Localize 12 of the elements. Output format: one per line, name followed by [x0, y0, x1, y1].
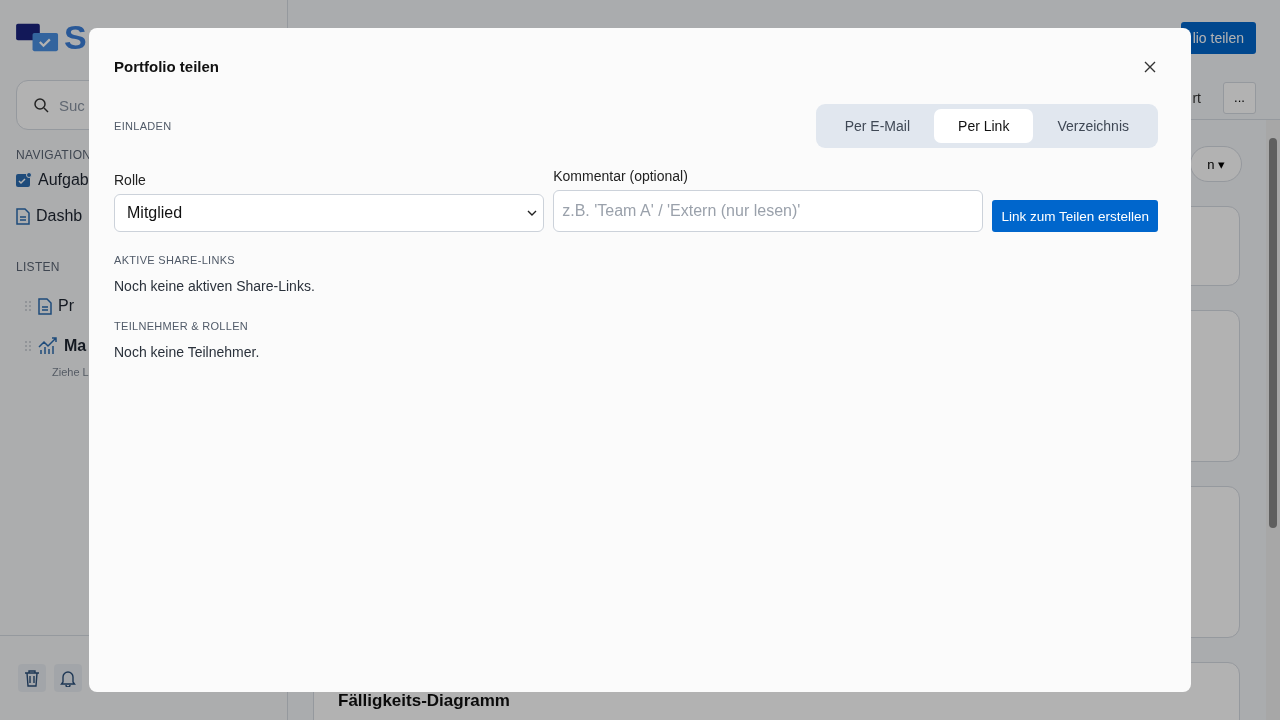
field-label: Kommentar (optional)	[553, 168, 689, 184]
dialog-title: Portfolio teilen	[114, 58, 219, 75]
section-heading: TEILNEHMER & ROLLEN	[114, 320, 250, 332]
empty-message: Noch keine aktiven Share-Links.	[114, 278, 316, 294]
field-label: Rolle	[114, 172, 147, 188]
empty-message: Noch keine Teilnehmer.	[114, 344, 261, 360]
logo-text: S	[64, 20, 87, 54]
section-heading: AKTIVE SHARE-LINKS	[114, 254, 236, 266]
section-heading: EINLADEN	[114, 120, 172, 132]
section-heading: NAVIGATION	[16, 148, 93, 162]
card-title: Fälligkeits-Diagramm	[338, 691, 510, 710]
hint-text: Ziehe L	[51, 366, 90, 378]
